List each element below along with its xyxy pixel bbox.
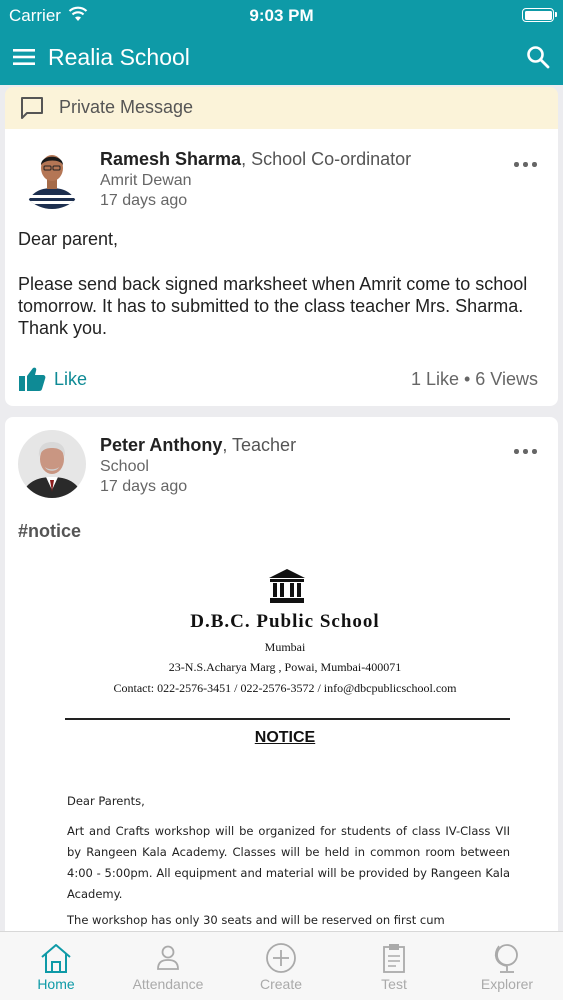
post-context: Amrit Dewan <box>100 172 192 189</box>
search-icon[interactable] <box>525 44 551 70</box>
post-author-line: Peter Anthony, Teacher <box>100 435 296 456</box>
battery-icon <box>522 8 557 22</box>
avatar <box>18 430 86 498</box>
tab-attendance[interactable]: Attendance <box>112 932 224 1000</box>
author-name[interactable]: Peter Anthony <box>100 435 222 455</box>
notice-paragraph: The workshop has only 30 seats and will … <box>67 913 445 927</box>
post-time: 17 days ago <box>100 192 188 209</box>
avatar <box>18 141 86 209</box>
tab-label: Home <box>37 976 75 992</box>
post-card: Ramesh Sharma, School Co-ordinator Amrit… <box>5 129 558 406</box>
tab-label: Test <box>381 976 407 992</box>
post-card: Peter Anthony, Teacher School 17 days ag… <box>5 417 558 937</box>
tab-label: Explorer <box>480 976 534 992</box>
author-role: , School Co-ordinator <box>241 149 412 169</box>
author-role: , Teacher <box>222 435 297 455</box>
tab-home[interactable]: Home <box>0 932 112 1000</box>
author-name[interactable]: Ramesh Sharma <box>100 149 241 169</box>
more-options-icon[interactable] <box>514 160 538 168</box>
notice-school-name: D.B.C. Public School <box>190 611 380 632</box>
tab-test[interactable]: Test <box>338 932 450 1000</box>
notice-divider <box>65 718 510 720</box>
post-context: School <box>100 458 149 475</box>
private-message-label: Private Message <box>59 97 194 117</box>
person-icon <box>157 945 179 970</box>
thumbs-up-icon <box>19 367 46 391</box>
clipboard-icon <box>383 944 405 973</box>
notice-attachment-image[interactable]: D.B.C. Public School Mumbai 23-N.S.Achar… <box>60 563 510 937</box>
private-message-banner: Private Message <box>5 87 558 129</box>
post-body: Please send back signed marksheet when A… <box>18 274 528 338</box>
app-title: Realia School <box>48 44 190 70</box>
post-author-line: Ramesh Sharma, School Co-ordinator <box>100 149 411 170</box>
post-greeting: Dear parent, <box>18 229 119 249</box>
plus-circle-icon <box>266 943 296 973</box>
school-building-icon <box>269 569 305 603</box>
post-stats: 1 Like • 6 Views <box>410 369 538 389</box>
tab-label: Attendance <box>132 976 204 992</box>
notice-salutation: Dear Parents, <box>67 794 145 808</box>
status-bar: Carrier 9:03 PM <box>0 0 563 30</box>
tab-bar: Home Attendance Create Test Explorer <box>0 931 563 1000</box>
home-icon <box>41 944 71 973</box>
notice-address: 23-N.S.Acharya Marg , Powai, Mumbai-4000… <box>168 660 402 674</box>
notice-contact: Contact: 022-2576-3451 / 022-2576-3572 /… <box>113 681 457 695</box>
notice-heading: NOTICE <box>254 729 316 746</box>
post-hashtag[interactable]: #notice <box>18 521 81 542</box>
globe-icon <box>494 944 518 973</box>
app-bar: Realia School <box>0 30 563 85</box>
notice-paragraph: Art and Crafts workshop will be organize… <box>67 824 510 901</box>
tab-explorer[interactable]: Explorer <box>451 932 563 1000</box>
message-icon <box>21 97 43 119</box>
clock: 9:03 PM <box>249 6 314 25</box>
tab-create[interactable]: Create <box>225 932 337 1000</box>
menu-icon[interactable] <box>12 44 38 70</box>
like-label: Like <box>54 369 88 389</box>
more-options-icon[interactable] <box>514 447 538 455</box>
post-time: 17 days ago <box>100 478 188 495</box>
tab-label: Create <box>259 976 303 992</box>
notice-city: Mumbai <box>264 640 306 654</box>
